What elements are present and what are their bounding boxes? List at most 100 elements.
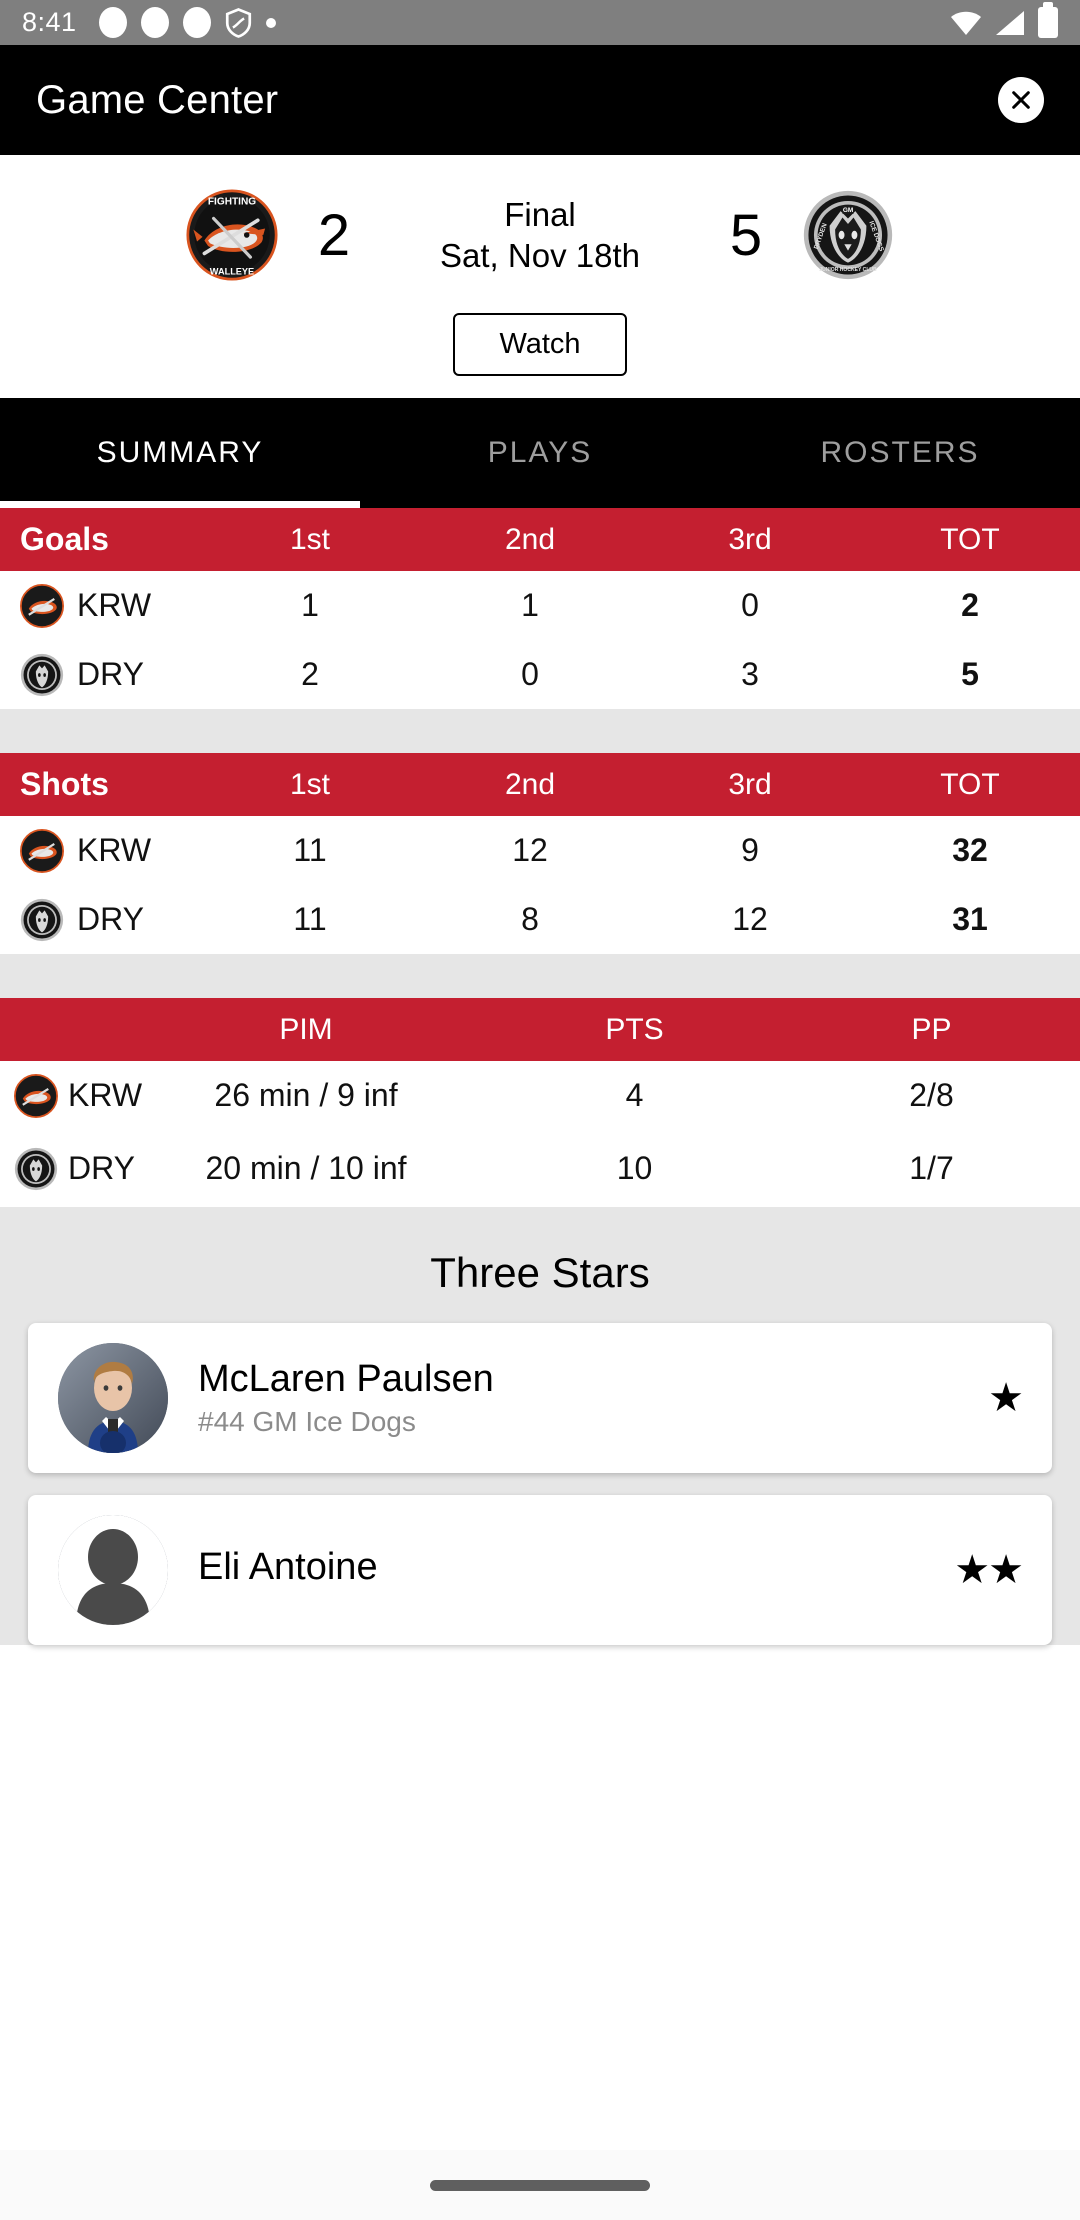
penalties-dry-pp: 1/7	[909, 1150, 954, 1186]
section-divider	[0, 709, 1080, 753]
status-bar-system-icons	[950, 2, 1058, 38]
penalties-row-team: DRY	[68, 1150, 135, 1186]
goals-dry-2nd: 0	[521, 656, 539, 692]
goals-table-header: Goals 1st 2nd 3rd TOT	[0, 508, 1080, 571]
game-date: Sat, Nov 18th	[440, 237, 640, 274]
svg-text:JUNIOR HOCKEY CLUB: JUNIOR HOCKEY CLUB	[819, 267, 877, 273]
svg-text:GM: GM	[843, 207, 853, 214]
status-bar-time: 8:41	[22, 7, 77, 37]
status-bar-notification-icons	[98, 7, 276, 38]
table-row: KRW 1 1 0 2	[0, 571, 1080, 640]
three-stars-title: Three Stars	[430, 1249, 650, 1296]
tab-plays[interactable]: PLAYS	[360, 398, 720, 508]
game-status: Final	[504, 195, 576, 233]
goals-col-1st: 1st	[289, 522, 331, 556]
goals-krw-tot: 2	[961, 587, 979, 623]
penalties-col-pim: PIM	[279, 1012, 333, 1046]
circle-icon	[182, 7, 211, 38]
penalties-krw-pim: 26 min / 9 inf	[214, 1077, 398, 1114]
cellular-signal-icon	[995, 10, 1025, 36]
away-team-score: 2	[317, 202, 351, 268]
goals-col-2nd: 2nd	[504, 522, 556, 556]
home-team-score: 5	[729, 202, 763, 268]
section-divider	[0, 954, 1080, 998]
tab-summary[interactable]: SUMMARY	[0, 398, 360, 508]
penalties-col-pp: PP	[911, 1012, 952, 1046]
tab-rosters[interactable]: ROSTERS	[720, 398, 1080, 508]
goals-row-team: DRY	[77, 656, 144, 692]
goals-row-team: KRW	[77, 587, 152, 623]
shots-dry-1st: 11	[293, 901, 327, 937]
watch-button[interactable]: Watch	[453, 313, 627, 376]
shots-krw-1st: 11	[293, 832, 327, 868]
star-player-name: McLaren Paulsen	[198, 1358, 494, 1401]
circle-icon	[140, 7, 169, 38]
shield-icon	[225, 7, 252, 38]
goals-dry-tot: 5	[961, 656, 979, 692]
penalties-krw-pp: 2/8	[909, 1077, 954, 1113]
table-row: KRW 26 min / 9 inf 4 2/8	[0, 1061, 1080, 1130]
table-row: DRY 20 min / 10 inf 10 1/7	[0, 1130, 1080, 1207]
goals-krw-1st: 1	[301, 587, 319, 623]
goals-krw-2nd: 1	[521, 587, 539, 623]
shots-dry-tot: 31	[952, 901, 988, 937]
home-team-mini-logo	[14, 1147, 58, 1191]
shots-row-team: KRW	[77, 832, 152, 868]
shots-col-1st: 1st	[289, 767, 331, 801]
shots-col-3rd: 3rd	[728, 767, 772, 801]
away-team-mini-logo	[20, 583, 64, 628]
shots-table-header: Shots 1st 2nd 3rd TOT	[0, 753, 1080, 816]
penalties-dry-pts: 10	[616, 1150, 653, 1186]
table-row: DRY 11 8 12 31	[0, 885, 1080, 954]
away-team-mini-logo	[20, 828, 64, 873]
penalties-krw-pts: 4	[625, 1077, 644, 1113]
watch-button-wrap: Watch	[0, 313, 1080, 376]
shots-table-title: Shots	[20, 766, 109, 802]
app-bar: Game Center	[0, 45, 1080, 155]
goals-dry-3rd: 3	[741, 656, 759, 692]
svg-text:WALLEYE: WALLEYE	[210, 267, 254, 277]
penalties-table-header: PIM PTS PP	[0, 998, 1080, 1061]
summary-scroll-area[interactable]: Goals 1st 2nd 3rd TOT KRW 1 1 0 2 DRY 2 …	[0, 508, 1080, 1645]
three-stars-section: Three Stars McLaren Paulsen #44 GM Ice D…	[0, 1207, 1080, 1645]
home-team-logo: GM DRYDEN ICE DOGS JUNIOR HOCKEY CLUB	[802, 189, 894, 281]
close-icon	[1012, 91, 1030, 109]
penalties-col-pts: PTS	[605, 1012, 664, 1046]
circle-icon	[98, 7, 127, 38]
shots-dry-3rd: 12	[732, 901, 768, 937]
table-row: DRY 2 0 3 5	[0, 640, 1080, 709]
star-player-detail: #44 GM Ice Dogs	[198, 1405, 416, 1437]
star-rating-icon: ★	[988, 1376, 1024, 1420]
game-status-block: Final Sat, Nov 18th	[390, 194, 690, 277]
star-player-name: Eli Antoine	[198, 1546, 378, 1589]
system-navigation-bar	[0, 2150, 1080, 2220]
home-indicator[interactable]	[430, 2179, 650, 2191]
score-row: FIGHTING WALLEYE 2 Final Sat, Nov 18th 5	[0, 175, 1080, 295]
list-item[interactable]: Eli Antoine ★★	[28, 1495, 1052, 1645]
goals-col-tot: TOT	[940, 522, 1000, 556]
goals-dry-1st: 2	[301, 656, 319, 692]
goals-table-title: Goals	[20, 521, 109, 557]
wifi-icon	[950, 10, 982, 36]
shots-col-tot: TOT	[940, 767, 1000, 801]
shots-col-2nd: 2nd	[504, 767, 556, 801]
star-rating-icon: ★★	[954, 1548, 1024, 1592]
shots-dry-2nd: 8	[521, 901, 539, 937]
close-button[interactable]	[998, 77, 1044, 123]
goals-col-3rd: 3rd	[728, 522, 772, 556]
scoreboard: FIGHTING WALLEYE 2 Final Sat, Nov 18th 5	[0, 155, 1080, 398]
tab-bar: SUMMARY PLAYS ROSTERS	[0, 398, 1080, 508]
away-team-mini-logo	[14, 1073, 58, 1118]
avatar	[58, 1343, 168, 1453]
shots-krw-tot: 32	[952, 832, 988, 868]
shots-krw-3rd: 9	[741, 832, 759, 868]
home-team-mini-logo	[20, 653, 64, 697]
svg-text:FIGHTING: FIGHTING	[208, 197, 256, 208]
status-bar: 8:41	[0, 0, 1080, 45]
penalties-dry-pim: 20 min / 10 inf	[205, 1150, 407, 1187]
shots-row-team: DRY	[77, 901, 144, 937]
list-item[interactable]: McLaren Paulsen #44 GM Ice Dogs ★	[28, 1323, 1052, 1473]
avatar	[58, 1515, 168, 1625]
battery-icon	[1038, 2, 1058, 38]
goals-krw-3rd: 0	[741, 587, 759, 623]
